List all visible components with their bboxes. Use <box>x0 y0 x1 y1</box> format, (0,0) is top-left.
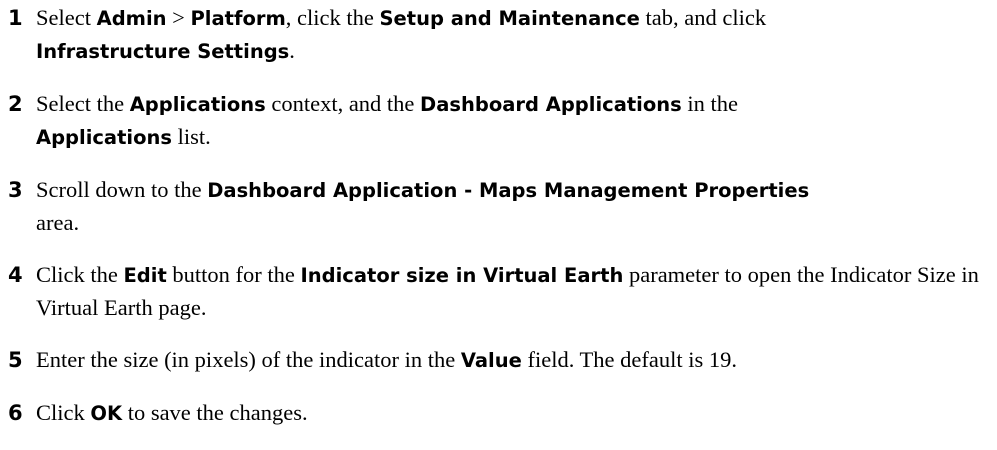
step-6: 6 Click OK to save the changes. <box>8 397 987 430</box>
ui-term: Infrastructure Settings <box>36 40 290 63</box>
ui-term: Setup and Maintenance <box>379 7 640 30</box>
step-number: 3 <box>8 178 23 202</box>
step-text-part: area. <box>36 210 80 235</box>
step-text-part: in the <box>681 91 738 116</box>
step-text: Click OK to save the changes. <box>36 397 308 430</box>
step-text-part: , click the <box>285 5 380 30</box>
step-text: Scroll down to the Dashboard Application… <box>36 174 809 239</box>
step-number: 1 <box>8 6 23 30</box>
ui-term: Admin <box>96 7 167 30</box>
step-number: 2 <box>8 92 23 116</box>
procedure-steps: 1 Select Admin > Platform, click the Set… <box>8 2 987 450</box>
step-text-part: field. The default is 19. <box>521 347 738 372</box>
ui-term: Dashboard Application - Maps Management … <box>207 179 810 202</box>
step-number: 4 <box>8 263 23 287</box>
ui-term: OK <box>90 402 123 425</box>
step-text-part: Enter the size (in pixels) of the indica… <box>36 347 461 372</box>
step-text-part: to save the changes. <box>122 400 308 425</box>
step-number: 6 <box>8 401 23 425</box>
step-3: 3 Scroll down to the Dashboard Applicati… <box>8 174 987 239</box>
step-text-part: Scroll down to the <box>36 177 208 202</box>
step-text: Enter the size (in pixels) of the indica… <box>36 344 737 377</box>
step-text-part: Click <box>36 400 91 425</box>
step-2: 2 Select the Applications context, and t… <box>8 88 987 154</box>
step-text-part: Select the <box>36 91 130 116</box>
step-text-part: button for the <box>166 262 301 287</box>
ui-term: Edit <box>123 264 167 287</box>
step-text-part: tab, and click <box>639 5 767 30</box>
step-text: Click the Edit button for the Indicator … <box>36 259 987 324</box>
ui-term: Platform <box>190 7 286 30</box>
step-1: 1 Select Admin > Platform, click the Set… <box>8 2 987 68</box>
ui-term: Indicator size in Virtual Earth <box>300 264 624 287</box>
ui-term: Dashboard Applications <box>420 93 682 116</box>
ui-term: Applications <box>36 126 172 149</box>
step-4: 4 Click the Edit button for the Indicato… <box>8 259 987 324</box>
step-text-part: . <box>289 38 295 63</box>
step-text-part: context, and the <box>265 91 421 116</box>
ui-term: Value <box>460 349 522 372</box>
step-number: 5 <box>8 348 23 372</box>
step-text-part: > <box>166 5 191 30</box>
ui-term: Applications <box>129 93 266 116</box>
step-5: 5 Enter the size (in pixels) of the indi… <box>8 344 987 377</box>
step-text-part: list. <box>172 124 211 149</box>
step-text: Select Admin > Platform, click the Setup… <box>36 2 766 68</box>
step-text-part: Select <box>36 5 97 30</box>
step-text-part: Click the <box>36 262 124 287</box>
step-text: Select the Applications context, and the… <box>36 88 738 154</box>
